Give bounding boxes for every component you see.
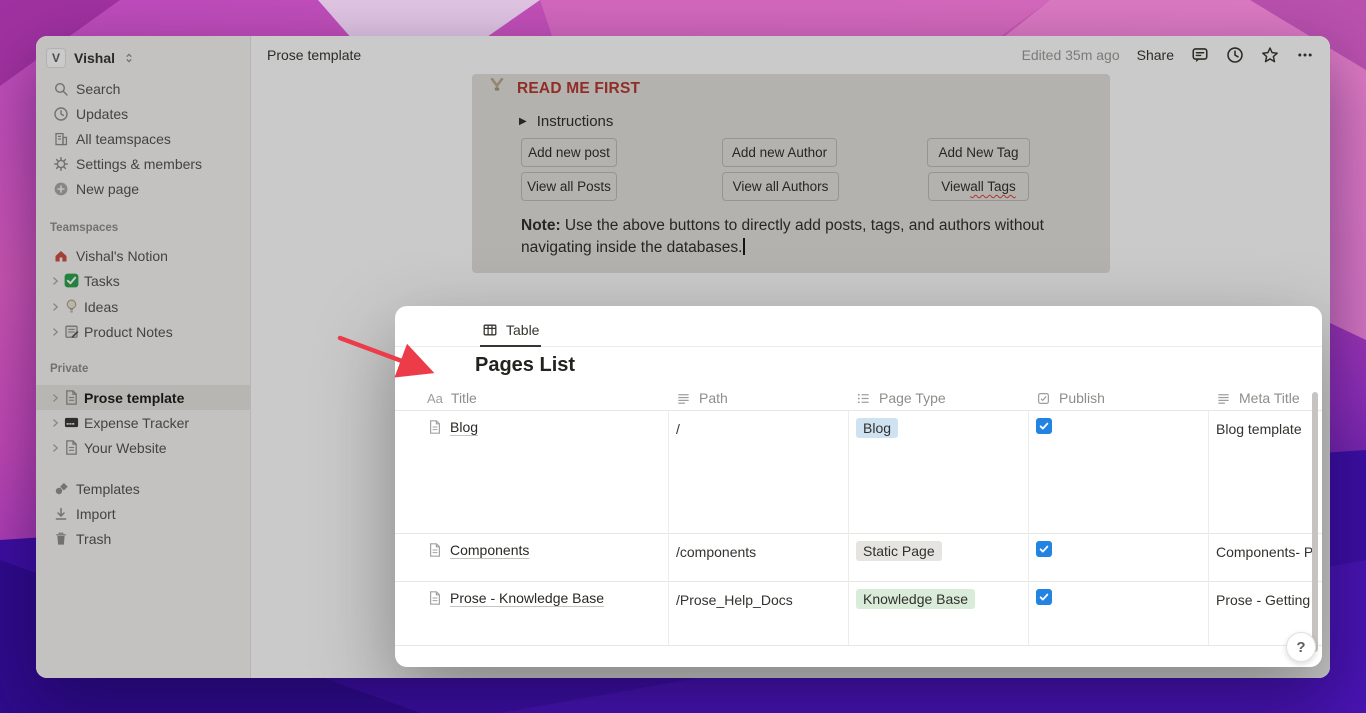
grid-line <box>848 410 849 645</box>
notion-window: V Vishal Search Updates All teamspaces S… <box>36 36 1330 678</box>
grid-line <box>668 410 669 645</box>
column-header-meta-title[interactable]: Meta Title <box>1216 386 1300 410</box>
table-cell-page-type[interactable]: Knowledge Base <box>856 589 976 609</box>
column-header-title[interactable]: Aa Title <box>427 386 477 410</box>
tag-static-page[interactable]: Static Page <box>856 541 942 561</box>
column-label: Page Type <box>879 390 946 406</box>
tab-label: Table <box>506 321 540 338</box>
text-lines-icon <box>1218 393 1229 404</box>
checkbox-property-icon <box>1038 392 1049 404</box>
table-cell-meta-title[interactable]: Components- Prose <box>1216 544 1316 560</box>
column-header-path[interactable]: Path <box>676 386 728 410</box>
table-cell-publish[interactable] <box>1036 589 1052 605</box>
help-button[interactable]: ? <box>1286 632 1316 662</box>
column-label: Path <box>699 390 728 406</box>
grid-line <box>1028 410 1029 645</box>
modal-tabbar: Table <box>395 306 1322 347</box>
table-cell-publish[interactable] <box>1036 541 1052 557</box>
table-cell-page-type[interactable]: Blog <box>856 418 899 438</box>
grid-line <box>395 645 1322 646</box>
text-property-icon: Aa <box>427 390 443 406</box>
column-label: Meta Title <box>1239 390 1300 406</box>
table-row-title[interactable]: Prose - Knowledge Base <box>427 590 604 606</box>
table-row-title[interactable]: Components <box>427 542 529 558</box>
table-cell-path[interactable]: /Prose_Help_Docs <box>676 592 793 608</box>
column-label: Title <box>450 390 477 406</box>
table-row-title[interactable]: Blog <box>427 419 478 435</box>
tab-table[interactable]: Table <box>480 314 542 347</box>
page-icon <box>430 591 440 605</box>
grid-line <box>395 410 1322 411</box>
pages-list-modal: Table Pages List Aa Title Path Page Type… <box>395 306 1322 667</box>
grid-line <box>395 533 1322 534</box>
modal-vertical-scrollbar[interactable] <box>1312 392 1318 652</box>
database-title[interactable]: Pages List <box>475 354 575 377</box>
table-cell-meta-title[interactable]: Prose - Getting Star <box>1216 592 1316 608</box>
text-lines-icon <box>678 393 689 404</box>
page-title-link[interactable]: Blog <box>450 419 478 435</box>
publish-checkbox-checked[interactable] <box>1036 541 1052 557</box>
bullet-list-icon <box>857 393 869 403</box>
column-label: Publish <box>1059 390 1105 406</box>
grid-line <box>1208 410 1209 645</box>
table-cell-publish[interactable] <box>1036 418 1052 434</box>
tag-blog[interactable]: Blog <box>856 418 899 438</box>
publish-checkbox-checked[interactable] <box>1036 418 1052 434</box>
page-title-link[interactable]: Prose - Knowledge Base <box>450 590 604 606</box>
publish-checkbox-checked[interactable] <box>1036 589 1052 605</box>
page-icon <box>430 543 440 557</box>
table-cell-path[interactable]: /components <box>676 544 756 560</box>
column-header-publish[interactable]: Publish <box>1036 386 1105 410</box>
desktop: V Vishal Search Updates All teamspaces S… <box>0 0 1366 713</box>
table-icon <box>483 324 497 335</box>
table-cell-meta-title[interactable]: Blog template <box>1216 421 1316 437</box>
table-cell-page-type[interactable]: Static Page <box>856 541 942 561</box>
page-title-link[interactable]: Components <box>450 542 529 558</box>
tag-knowledge-base[interactable]: Knowledge Base <box>856 589 976 609</box>
column-header-page-type[interactable]: Page Type <box>856 386 946 410</box>
grid-line <box>395 581 1322 582</box>
page-icon <box>430 420 440 434</box>
table-cell-path[interactable]: / <box>676 421 680 437</box>
